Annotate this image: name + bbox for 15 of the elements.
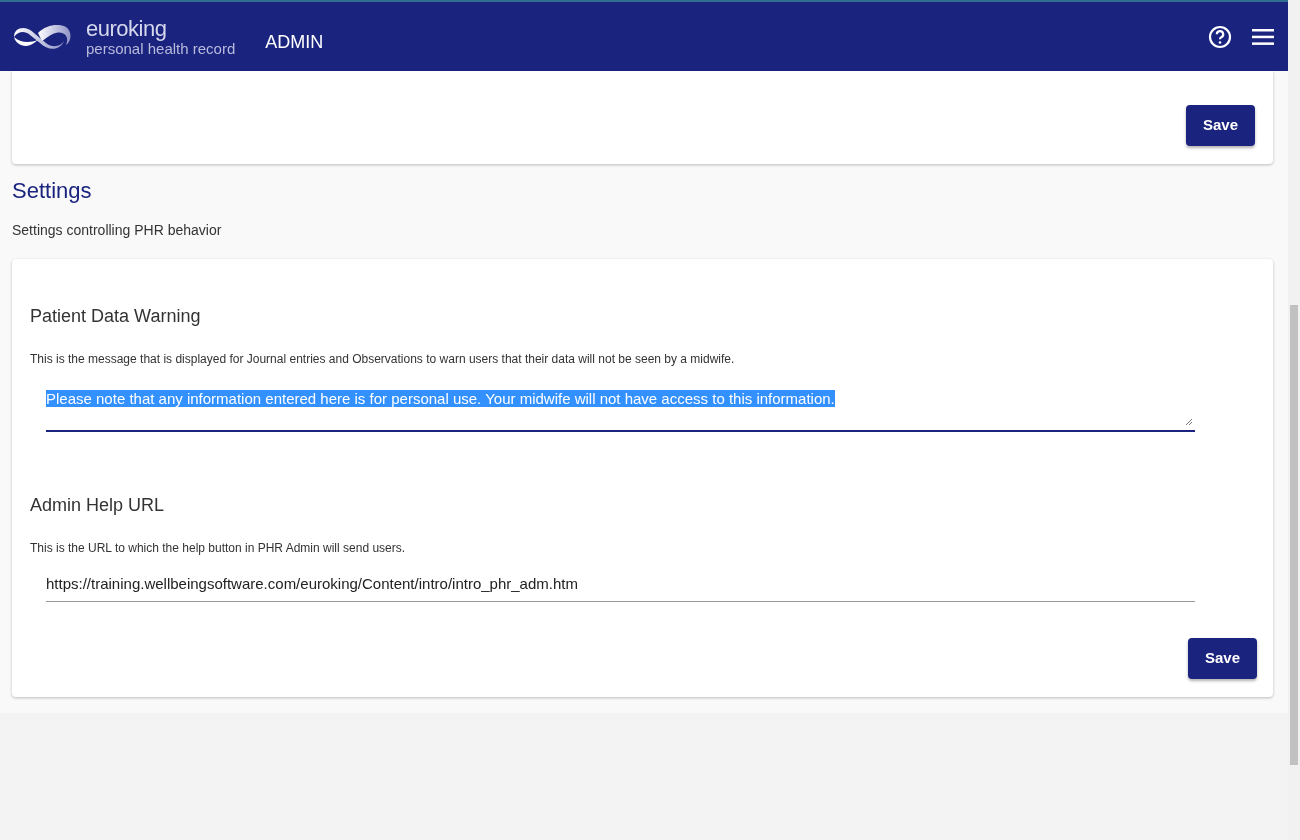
brand-name: euroking — [86, 17, 168, 40]
save-button[interactable]: Save — [1185, 105, 1255, 146]
setting-description: This is the message that is displayed for Journal entries and Observations to warn users that their data will not be seen by a midwife. — [30, 350, 736, 368]
resize-grip-icon[interactable] — [1185, 417, 1193, 426]
section-subtitle: Settings controlling PHR behavior — [12, 220, 223, 240]
setting-label: Admin Help URL — [30, 493, 166, 517]
help-icon[interactable] — [1208, 24, 1232, 49]
section-title: ADMIN — [265, 31, 324, 54]
brand-tagline: personal health record — [86, 40, 236, 56]
save-button[interactable]: Save — [1187, 638, 1257, 679]
setting-label: Patient Data Warning — [30, 304, 202, 328]
setting-description: This is the URL to which the help button in PHR Admin will send users. — [30, 539, 407, 557]
section-heading: Settings — [12, 177, 93, 204]
input-field[interactable]: https://training.wellbeingsoftware.com/euroking/Content/intro/intro_phr_adm.htm — [46, 572, 1195, 603]
menu-icon[interactable] — [1252, 28, 1274, 45]
